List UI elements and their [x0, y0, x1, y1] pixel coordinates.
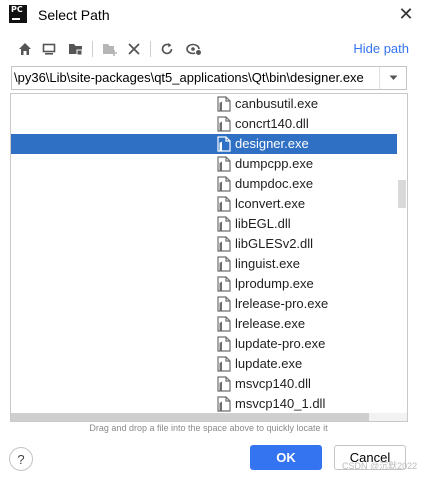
file-name: lrelease.exe: [235, 316, 306, 331]
window-title: Select Path: [38, 7, 110, 23]
file-row[interactable]: lrelease.exe: [11, 314, 397, 334]
file-icon: [217, 96, 231, 112]
file-name: msvcp140_1.dll: [235, 396, 326, 411]
file-tree[interactable]: canbusutil.exe concrt140.dll designer.exe d…: [10, 93, 408, 422]
file-row[interactable]: lupdate.exe: [11, 354, 397, 374]
file-name: libEGL.dll: [235, 216, 291, 231]
file-name: lconvert.exe: [235, 196, 306, 211]
desktop-icon[interactable]: [40, 40, 58, 58]
file-name: lprodump.exe: [235, 276, 314, 291]
file-icon: [217, 116, 231, 132]
horizontal-scrollbar-track[interactable]: [11, 413, 407, 421]
file-name: designer.exe: [235, 136, 309, 151]
file-name: lupdate-pro.exe: [235, 336, 326, 351]
file-name: linguist.exe: [235, 256, 301, 271]
file-icon: [217, 316, 231, 332]
toolbar-separator: [150, 41, 151, 57]
file-icon: [217, 356, 231, 372]
new-folder-icon[interactable]: [100, 40, 118, 58]
file-icon: [217, 196, 231, 212]
file-icon: [217, 216, 231, 232]
file-icon: [217, 236, 231, 252]
file-list: canbusutil.exe concrt140.dll designer.exe d…: [11, 94, 397, 421]
watermark: CSDN @沉默2022: [342, 461, 418, 471]
title-bar: PC Select Path ✕: [0, 0, 427, 30]
file-row[interactable]: libEGL.dll: [11, 214, 397, 234]
help-button[interactable]: ?: [9, 447, 33, 471]
file-icon: [217, 396, 231, 412]
file-row[interactable]: lrelease-pro.exe: [11, 294, 397, 314]
file-name: lupdate.exe: [235, 356, 303, 371]
home-icon[interactable]: [16, 40, 34, 58]
file-icon: [217, 176, 231, 192]
file-name: concrt140.dll: [235, 116, 309, 131]
file-row[interactable]: linguist.exe: [11, 254, 397, 274]
file-icon: [217, 256, 231, 272]
file-icon: [217, 276, 231, 292]
pycharm-logo-icon: PC: [9, 5, 27, 23]
app-icon-text: PC: [11, 5, 23, 14]
file-row[interactable]: msvcp140.dll: [11, 374, 397, 394]
file-row[interactable]: designer.exe: [11, 134, 397, 154]
file-icon: [217, 136, 231, 152]
path-input[interactable]: \py36\Lib\site-packages\qt5_applications…: [11, 66, 407, 90]
file-row[interactable]: canbusutil.exe: [11, 94, 397, 114]
file-name: dumpcpp.exe: [235, 156, 314, 171]
show-hidden-icon[interactable]: [185, 40, 203, 58]
close-icon[interactable]: ✕: [393, 3, 419, 25]
file-icon: [217, 336, 231, 352]
toolbar-separator: [92, 41, 93, 57]
toolbar: Hide path: [0, 36, 427, 64]
hide-path-link[interactable]: Hide path: [353, 41, 409, 56]
file-icon: [217, 296, 231, 312]
path-value[interactable]: \py36\Lib\site-packages\qt5_applications…: [14, 70, 380, 85]
file-name: canbusutil.exe: [235, 96, 319, 111]
drag-drop-hint: Drag and drop a file into the space abov…: [89, 423, 328, 433]
file-row[interactable]: lconvert.exe: [11, 194, 397, 214]
file-icon: [217, 156, 231, 172]
file-icon: [217, 376, 231, 392]
file-row[interactable]: lupdate-pro.exe: [11, 334, 397, 354]
file-row[interactable]: dumpcpp.exe: [11, 154, 397, 174]
file-row[interactable]: dumpdoc.exe: [11, 174, 397, 194]
horizontal-scrollbar-thumb[interactable]: [11, 413, 369, 421]
project-folder-icon[interactable]: [66, 40, 84, 58]
file-row[interactable]: lprodump.exe: [11, 274, 397, 294]
file-row[interactable]: msvcp140_1.dll: [11, 394, 397, 414]
file-name: msvcp140.dll: [235, 376, 311, 391]
file-name: dumpdoc.exe: [235, 176, 314, 191]
refresh-icon[interactable]: [158, 40, 176, 58]
chevron-down-icon[interactable]: [379, 67, 406, 89]
file-name: lrelease-pro.exe: [235, 296, 329, 311]
file-row[interactable]: concrt140.dll: [11, 114, 397, 134]
ok-button[interactable]: OK: [250, 445, 322, 470]
file-row[interactable]: libGLESv2.dll: [11, 234, 397, 254]
delete-icon[interactable]: [125, 40, 143, 58]
file-name: libGLESv2.dll: [235, 236, 314, 251]
vertical-scrollbar[interactable]: [398, 180, 406, 208]
